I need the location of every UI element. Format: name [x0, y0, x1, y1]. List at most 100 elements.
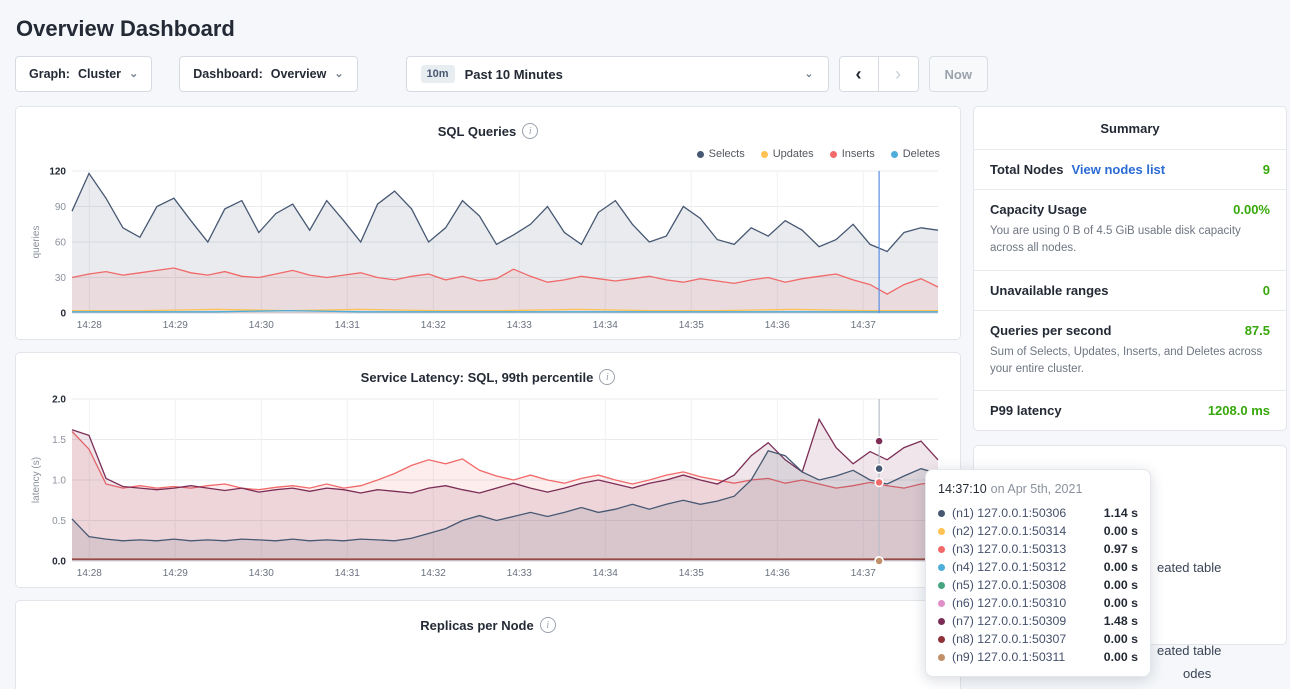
legend-item-deletes[interactable]: Deletes	[891, 148, 940, 160]
sql-queries-chart-card: SQL Queries i Selects Updates Inserts Delet…	[15, 106, 961, 340]
qps-label: Queries per second	[990, 323, 1111, 338]
series-dot-icon	[938, 600, 945, 607]
svg-text:14:31: 14:31	[335, 568, 360, 579]
tooltip-node-label: (n8) 127.0.0.1:50307	[952, 632, 1066, 646]
tooltip-node-label: (n5) 127.0.0.1:50308	[952, 578, 1066, 592]
tooltip-node-value: 0.97 s	[1104, 542, 1138, 556]
svg-text:queries: queries	[31, 226, 42, 259]
overview-dashboard-page: Overview Dashboard Graph: Cluster ⌄ Dash…	[0, 0, 1290, 689]
svg-text:0: 0	[60, 309, 66, 320]
series-dot-icon	[938, 618, 945, 625]
svg-text:30: 30	[55, 273, 67, 284]
summary-capacity-usage: Capacity Usage 0.00% You are using 0 B o…	[974, 190, 1286, 271]
summary-total-nodes: Total Nodes View nodes list 9	[974, 150, 1286, 190]
legend-item-selects[interactable]: Selects	[697, 148, 745, 160]
chart-title: Service Latency: SQL, 99th percentile	[361, 370, 594, 385]
chart-header: Replicas per Node i	[28, 611, 948, 639]
chevron-down-icon: ⌄	[334, 69, 343, 80]
svg-text:14:29: 14:29	[163, 320, 188, 331]
chevron-down-icon: ⌄	[804, 69, 813, 80]
total-nodes-label: Total Nodes	[990, 162, 1063, 177]
capacity-usage-label: Capacity Usage	[990, 202, 1087, 217]
chart-title: Replicas per Node	[420, 618, 533, 633]
tooltip-header: 14:37:10on Apr 5th, 2021	[938, 482, 1138, 496]
tooltip-node-value: 0.00 s	[1104, 578, 1138, 592]
dashboard-dropdown-value: Overview	[271, 67, 327, 81]
svg-text:2.0: 2.0	[52, 395, 66, 406]
next-arrow-icon: ›	[895, 64, 901, 85]
summary-p99-latency: P99 latency 1208.0 ms	[974, 391, 1286, 430]
series-dot-icon	[938, 528, 945, 535]
tooltip-row: (n9) 127.0.0.1:503110.00 s	[938, 648, 1138, 666]
legend-label: Deletes	[903, 148, 940, 160]
unavailable-ranges-label: Unavailable ranges	[990, 283, 1109, 298]
svg-text:90: 90	[55, 202, 67, 213]
chart-header: SQL Queries i	[28, 117, 948, 145]
p99-latency-value: 1208.0 ms	[1208, 403, 1270, 418]
svg-text:1.0: 1.0	[52, 476, 66, 487]
series-dot-icon	[938, 564, 945, 571]
tooltip-node-label: (n7) 127.0.0.1:50309	[952, 614, 1066, 628]
legend-dot-icon	[891, 151, 898, 158]
summary-unavailable-ranges: Unavailable ranges 0	[974, 271, 1286, 311]
series-dot-icon	[938, 636, 945, 643]
replicas-per-node-chart-card: Replicas per Node i	[15, 600, 961, 689]
tooltip-time: 14:37:10	[938, 482, 987, 496]
svg-text:14:33: 14:33	[507, 568, 532, 579]
tooltip-row: (n4) 127.0.0.1:50312 0.00 s	[938, 558, 1138, 576]
next-time-button[interactable]: ›	[879, 56, 919, 92]
view-nodes-list-link[interactable]: View nodes list	[1071, 162, 1165, 177]
svg-text:14:36: 14:36	[765, 320, 790, 331]
svg-text:14:28: 14:28	[77, 568, 102, 579]
sql-queries-chart[interactable]: 030609012014:2814:2914:3014:3114:3214:33…	[28, 163, 948, 335]
legend-item-inserts[interactable]: Inserts	[830, 148, 875, 160]
time-range-selector[interactable]: 10m Past 10 Minutes ⌄	[406, 56, 829, 92]
dashboard-dropdown[interactable]: Dashboard: Overview ⌄	[179, 56, 357, 92]
now-button[interactable]: Now	[929, 56, 988, 92]
service-latency-chart-card: Service Latency: SQL, 99th percentile i …	[15, 352, 961, 588]
total-nodes-value: 9	[1263, 162, 1270, 177]
tooltip-node-value: 0.00 s	[1104, 524, 1138, 538]
toolbar: Graph: Cluster ⌄ Dashboard: Overview ⌄ 1…	[15, 56, 1275, 92]
svg-text:14:37: 14:37	[851, 320, 876, 331]
tooltip-node-label: (n4) 127.0.0.1:50312	[952, 560, 1066, 574]
legend-label: Updates	[773, 148, 814, 160]
tooltip-row: (n1) 127.0.0.1:503061.14 s	[938, 504, 1138, 522]
time-nav-buttons: ‹ ›	[839, 56, 919, 92]
tooltip-row: (n5) 127.0.0.1:50308 0.00 s	[938, 576, 1138, 594]
legend-dot-icon	[761, 151, 768, 158]
unavailable-ranges-value: 0	[1263, 283, 1270, 298]
tooltip-node-label: (n2) 127.0.0.1:50314	[952, 524, 1066, 538]
chart-title: SQL Queries	[438, 124, 517, 139]
svg-text:latency (s): latency (s)	[31, 457, 42, 503]
svg-text:14:36: 14:36	[765, 568, 790, 579]
tooltip-node-label: (n3) 127.0.0.1:50313	[952, 542, 1066, 556]
legend-item-updates[interactable]: Updates	[761, 148, 814, 160]
series-dot-icon	[938, 654, 945, 661]
info-icon[interactable]: i	[522, 123, 538, 139]
legend-dot-icon	[830, 151, 837, 158]
tooltip-node-value: 0.00 s	[1104, 560, 1138, 574]
info-icon[interactable]: i	[540, 617, 556, 633]
prev-time-button[interactable]: ‹	[839, 56, 879, 92]
svg-text:14:31: 14:31	[335, 320, 360, 331]
tooltip-rows: (n1) 127.0.0.1:503061.14 s(n2) 127.0.0.1…	[938, 504, 1138, 666]
series-dot-icon	[938, 546, 945, 553]
svg-text:60: 60	[55, 238, 67, 249]
tooltip-node-label: (n1) 127.0.0.1:50306	[952, 506, 1066, 520]
charts-column: SQL Queries i Selects Updates Inserts Delet…	[15, 106, 961, 689]
graph-dropdown[interactable]: Graph: Cluster ⌄	[15, 56, 152, 92]
svg-text:14:32: 14:32	[421, 320, 446, 331]
capacity-usage-description: You are using 0 B of 4.5 GiB usable disk…	[990, 223, 1270, 258]
tooltip-node-value: 1.48 s	[1104, 614, 1138, 628]
svg-text:14:30: 14:30	[249, 568, 274, 579]
page-title: Overview Dashboard	[0, 0, 1290, 56]
tooltip-node-label: (n6) 127.0.0.1:50310	[952, 596, 1066, 610]
service-latency-chart[interactable]: 0.00.51.01.52.014:2814:2914:3014:3114:32…	[28, 391, 948, 583]
tooltip-row: (n2) 127.0.0.1:50314 0.00 s	[938, 522, 1138, 540]
info-icon[interactable]: i	[599, 369, 615, 385]
svg-text:14:35: 14:35	[679, 568, 704, 579]
capacity-usage-value: 0.00%	[1233, 202, 1270, 217]
svg-text:14:35: 14:35	[679, 320, 704, 331]
tooltip-node-label: (n9) 127.0.0.1:50311	[952, 650, 1065, 664]
